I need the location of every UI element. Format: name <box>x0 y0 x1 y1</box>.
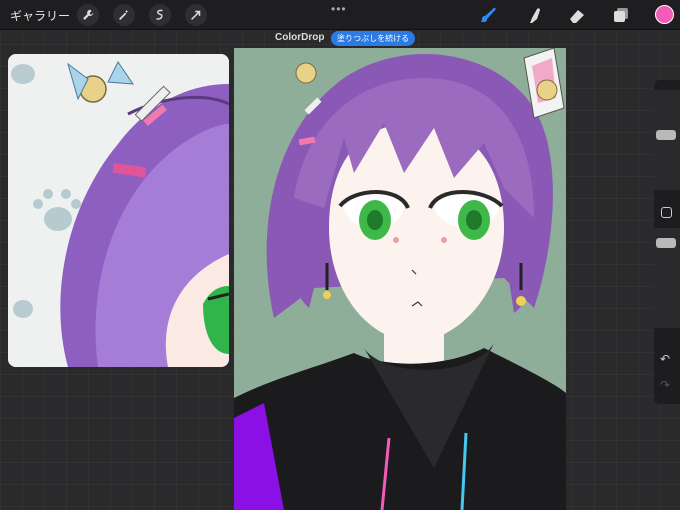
brush-size-thumb[interactable] <box>656 130 676 140</box>
magic-wand-icon[interactable] <box>113 4 135 26</box>
transform-arrow-icon[interactable] <box>185 4 207 26</box>
procreate-app: ギャラリー ••• ColorDrop 塗りつぶしを続ける ↶ ↷ <box>0 0 680 510</box>
character-illustration <box>234 48 566 510</box>
menu-dots[interactable]: ••• <box>331 2 347 16</box>
selection-icon[interactable] <box>149 4 171 26</box>
active-color-swatch[interactable] <box>655 5 674 24</box>
brush-sidebar: ↶ ↷ <box>654 80 680 404</box>
reference-image <box>8 54 229 367</box>
smudge-icon[interactable] <box>523 3 547 27</box>
drawing-canvas[interactable] <box>234 48 566 510</box>
reference-window[interactable] <box>8 54 229 367</box>
continue-filling-button[interactable]: 塗りつぶしを続ける <box>331 31 416 46</box>
top-toolbar: ギャラリー ••• <box>0 0 680 30</box>
opacity-slider[interactable] <box>654 228 680 328</box>
brush-icon[interactable] <box>478 3 502 27</box>
redo-icon[interactable]: ↷ <box>660 378 670 392</box>
layers-icon[interactable] <box>609 3 633 27</box>
wrench-icon[interactable] <box>77 4 99 26</box>
undo-icon[interactable]: ↶ <box>660 352 670 366</box>
gallery-button[interactable]: ギャラリー <box>10 7 70 24</box>
brush-size-slider[interactable] <box>654 90 680 190</box>
colordrop-title: ColorDrop <box>275 32 325 43</box>
eraser-icon[interactable] <box>565 3 589 27</box>
modify-button[interactable] <box>661 207 672 218</box>
opacity-thumb[interactable] <box>656 238 676 248</box>
